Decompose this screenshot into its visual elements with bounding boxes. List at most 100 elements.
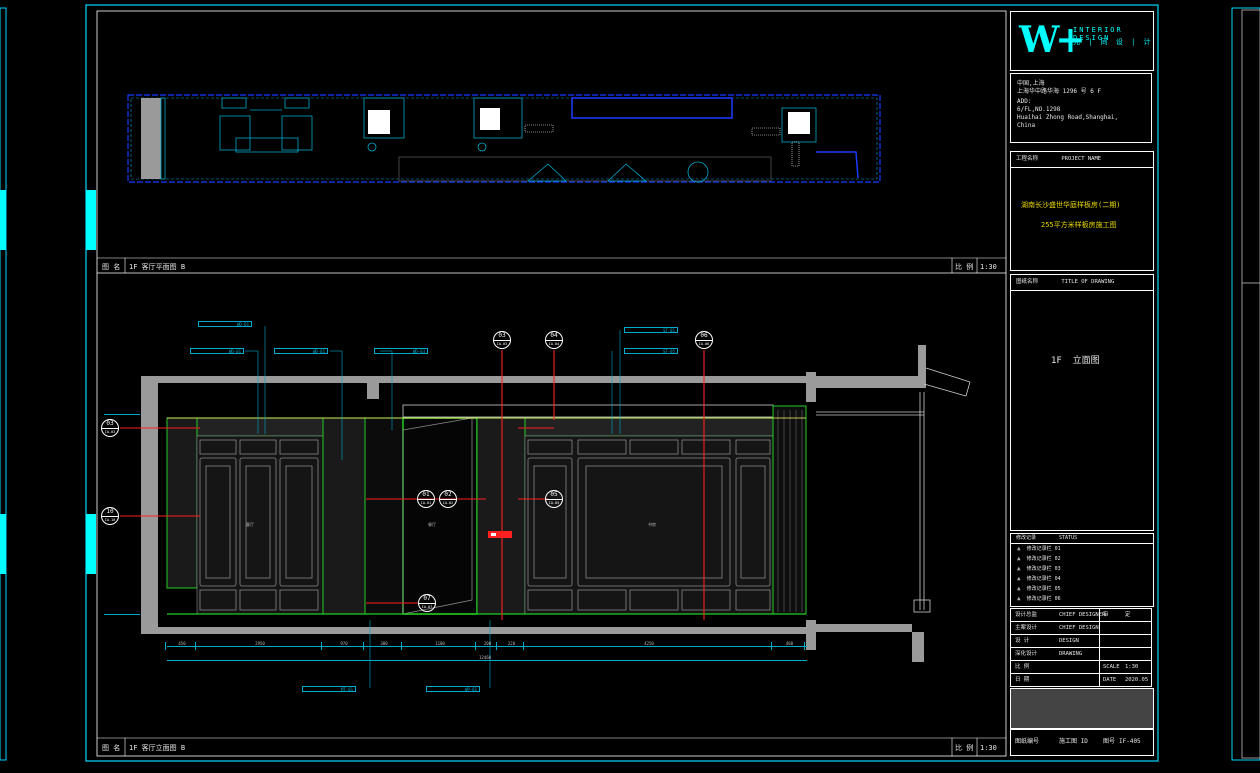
dimension-tick (804, 642, 809, 650)
section-callout: 07 IA-07 (418, 594, 436, 612)
revision-item: ▲ 修改记录栏 03 (1011, 564, 1153, 574)
project-label: 工程名称 (1016, 156, 1039, 162)
info-row: 比 例 SCALE 1:30 (1010, 661, 1152, 674)
address-label: 中国,上海 (1017, 80, 1045, 87)
drawing-title: 1F 立面图 (1051, 356, 1100, 366)
revision-item: ▲ 修改记录栏 02 (1011, 554, 1153, 564)
dimension-tick (165, 642, 170, 650)
dimension-text: 450 (178, 641, 186, 646)
revision-item: ▲ 修改记录栏 04 (1011, 574, 1153, 584)
info-row: 设 计 DESIGN (1010, 635, 1152, 648)
address-en-3: Huaihai Zhong Road,Shanghai, (1017, 114, 1119, 121)
dimension-text: 480 (785, 641, 794, 646)
callout-sub: IA-03 (496, 342, 508, 346)
material-tag: WD-01 (274, 348, 328, 354)
dimension-text: 220 (507, 641, 516, 646)
info-value: DRAWING (1059, 651, 1083, 657)
info-value2: 定 (1125, 612, 1131, 618)
info-label2: SCALE (1103, 664, 1120, 670)
dimension-tick (771, 642, 776, 650)
stamp-label: 图纸编号 (1015, 738, 1040, 745)
section-callout: 03 IA-03 (493, 331, 511, 349)
info-divider (1099, 635, 1100, 647)
callout-number: 02 (440, 491, 456, 500)
info-label: 日 期 (1015, 677, 1030, 683)
address-en-4: China (1017, 122, 1036, 129)
drawing-header: 图纸名称 TITLE OF DRAWING (1011, 275, 1153, 291)
material-tag: MT-01 (302, 686, 356, 692)
drawing-label: 图纸名称 (1016, 279, 1039, 285)
revision-label-en: STATUS (1059, 535, 1078, 541)
info-label: 主案设计 (1015, 625, 1038, 631)
revision-item: ▲ 修改记录栏 06 (1011, 594, 1153, 604)
stamp-box (1010, 688, 1154, 730)
callout-sub: IA-06 (698, 342, 710, 346)
project-line-1: 湖南长沙盛世华庭样板房(二期) (1021, 201, 1121, 209)
material-tag: WP-01 (426, 686, 480, 692)
info-divider (1099, 609, 1100, 621)
info-label: 深化设计 (1015, 651, 1038, 657)
sheet-number-box: 图纸编号 施工图 ID 图号 IF-405 (1010, 728, 1154, 756)
project-box: 工程名称 PROJECT NAME 湖南长沙盛世华庭样板房(二期) 255平方米… (1010, 151, 1154, 271)
dimension-text: 4250 (644, 641, 654, 646)
drawing-box: 图纸名称 TITLE OF DRAWING 1F 立面图 (1010, 274, 1154, 531)
callout-number: 01 (418, 491, 434, 500)
revision-triangle-icon: ▲ (1017, 545, 1021, 552)
info-row: 深化设计 DRAWING (1010, 648, 1152, 661)
section-callout: 05 IA-05 (545, 490, 563, 508)
dimension-text: 970 (340, 641, 348, 646)
dimension-text: 380 (380, 641, 388, 646)
callout-number: 04 (546, 332, 562, 341)
revision-item: ▲ 修改记录栏 01 (1011, 544, 1153, 554)
stamp-value: 施工图 ID (1059, 738, 1088, 745)
revision-list: ▲ 修改记录栏 01 ▲ 修改记录栏 02 ▲ 修改记录栏 03 ▲ 修改记录栏 04 ▲ 修改记… (1011, 544, 1153, 604)
material-tag: WD-03 (374, 348, 428, 354)
callout-sub: IA-05 (548, 501, 560, 505)
dimension-text: 1100 (435, 641, 445, 646)
info-label2: 审 (1103, 612, 1109, 618)
info-row: 日 期 DATE 2020.05 (1010, 674, 1152, 687)
project-label-en: PROJECT NAME (1061, 156, 1102, 162)
revision-triangle-icon: ▲ (1017, 555, 1021, 562)
address-en-1: ADD: (1017, 98, 1032, 105)
dimension-line (167, 646, 807, 647)
dimension-line-total (167, 660, 807, 661)
callout-number: 03 (494, 332, 510, 341)
level-mark-top (104, 414, 140, 415)
revision-text: 修改记录栏 06 (1026, 596, 1061, 602)
title-block: W+ INTERIOR DESIGN 允 | 同 设 | 计 中国,上海 上海华… (1010, 11, 1154, 756)
address-box: 中国,上海 上海华中路华海 1296 号 6 F ADD: 6/FL,NO.12… (1010, 73, 1152, 143)
revision-item: ▲ 修改记录栏 05 (1011, 584, 1153, 594)
dimension-tick (401, 642, 406, 650)
info-value2: 1:30 (1125, 664, 1139, 670)
callout-number: 03 (102, 420, 118, 429)
dimension-text: 2950 (255, 641, 265, 646)
level-mark-bottom (104, 614, 140, 615)
info-label: 比 例 (1015, 664, 1030, 670)
logo-box: W+ INTERIOR DESIGN 允 | 同 设 | 计 (1010, 11, 1154, 71)
address-cn: 上海华中路华海 1296 号 6 F (1017, 88, 1102, 95)
callout-number: 06 (696, 332, 712, 341)
sheet-number: IF-405 (1119, 738, 1141, 745)
revision-label: 修改记录 (1016, 535, 1037, 541)
info-label: 设 计 (1015, 638, 1030, 644)
info-divider (1099, 622, 1100, 634)
dimension-tick (523, 642, 528, 650)
info-value: DESIGN (1059, 638, 1079, 644)
room-label: 客厅 (246, 522, 254, 527)
info-value: CHIEF DESIGN (1059, 625, 1099, 631)
section-callout: 10 IA-10 (101, 507, 119, 525)
revision-header: 修改记录 STATUS (1011, 534, 1153, 544)
dimension-tick (496, 642, 501, 650)
revision-triangle-icon: ▲ (1017, 575, 1021, 582)
callout-sub: IA-01 (420, 501, 432, 505)
callout-number: 05 (546, 491, 562, 500)
callout-sub: IA-03 (104, 430, 116, 434)
dimension-total-text: 12460 (478, 655, 492, 660)
revision-text: 修改记录栏 03 (1026, 566, 1061, 572)
revision-text: 修改记录栏 02 (1026, 556, 1061, 562)
dimension-tick (363, 642, 368, 650)
section-callout: 03 IA-03 (101, 419, 119, 437)
sheet-label: 图号 (1103, 738, 1116, 745)
section-callout: 06 IA-06 (695, 331, 713, 349)
